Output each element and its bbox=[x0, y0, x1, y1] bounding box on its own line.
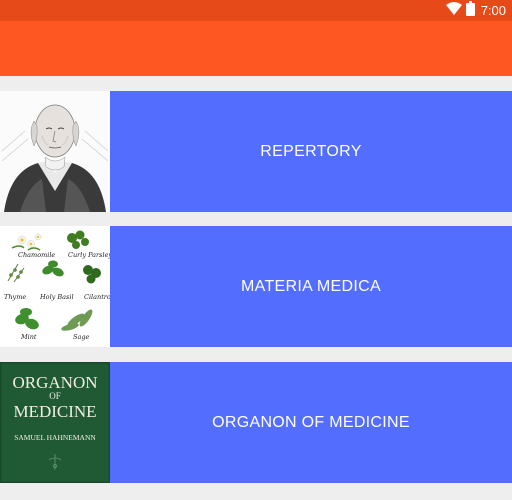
portrait-image bbox=[0, 91, 110, 212]
app-bar bbox=[0, 21, 512, 76]
herb-label-chamomile: Chamomile bbox=[18, 251, 55, 259]
herb-label-cilantro: Cilantro bbox=[84, 293, 110, 301]
herb-label-holy-basil: Holy Basil bbox=[39, 293, 74, 301]
status-icons: 7:00 bbox=[445, 0, 506, 21]
organon-button[interactable]: ORGANON OF MEDICINE bbox=[110, 362, 512, 483]
herbs-image: Chamomile Curly Parsley Thyme Holy Basil… bbox=[0, 226, 110, 347]
herb-label-thyme: Thyme bbox=[4, 293, 26, 301]
menu-card-repertory[interactable]: REPERTORY bbox=[0, 91, 512, 212]
herb-label-curly-parsley: Curly Parsley bbox=[68, 251, 110, 259]
battery-icon bbox=[465, 0, 475, 21]
cover-title-line3: MEDICINE bbox=[13, 402, 96, 421]
herb-label-sage: Sage bbox=[73, 333, 89, 341]
status-bar: 7:00 bbox=[0, 0, 512, 21]
cover-title-line2: OF bbox=[49, 391, 61, 401]
book-cover-image: ORGANON OF MEDICINE SAMUEL HAHNEMANN bbox=[0, 362, 110, 483]
menu-card-organon[interactable]: ORGANON OF MEDICINE SAMUEL HAHNEMANN ORG… bbox=[0, 362, 512, 483]
repertory-button[interactable]: REPERTORY bbox=[110, 91, 512, 212]
menu-card-materia-medica[interactable]: Chamomile Curly Parsley Thyme Holy Basil… bbox=[0, 226, 512, 347]
status-time: 7:00 bbox=[480, 3, 506, 18]
cover-author: SAMUEL HAHNEMANN bbox=[14, 433, 96, 442]
materia-medica-button[interactable]: MATERIA MEDICA bbox=[110, 226, 512, 347]
wifi-icon bbox=[445, 1, 462, 20]
herb-label-mint: Mint bbox=[20, 333, 37, 341]
cover-title-line1: ORGANON bbox=[13, 373, 98, 392]
